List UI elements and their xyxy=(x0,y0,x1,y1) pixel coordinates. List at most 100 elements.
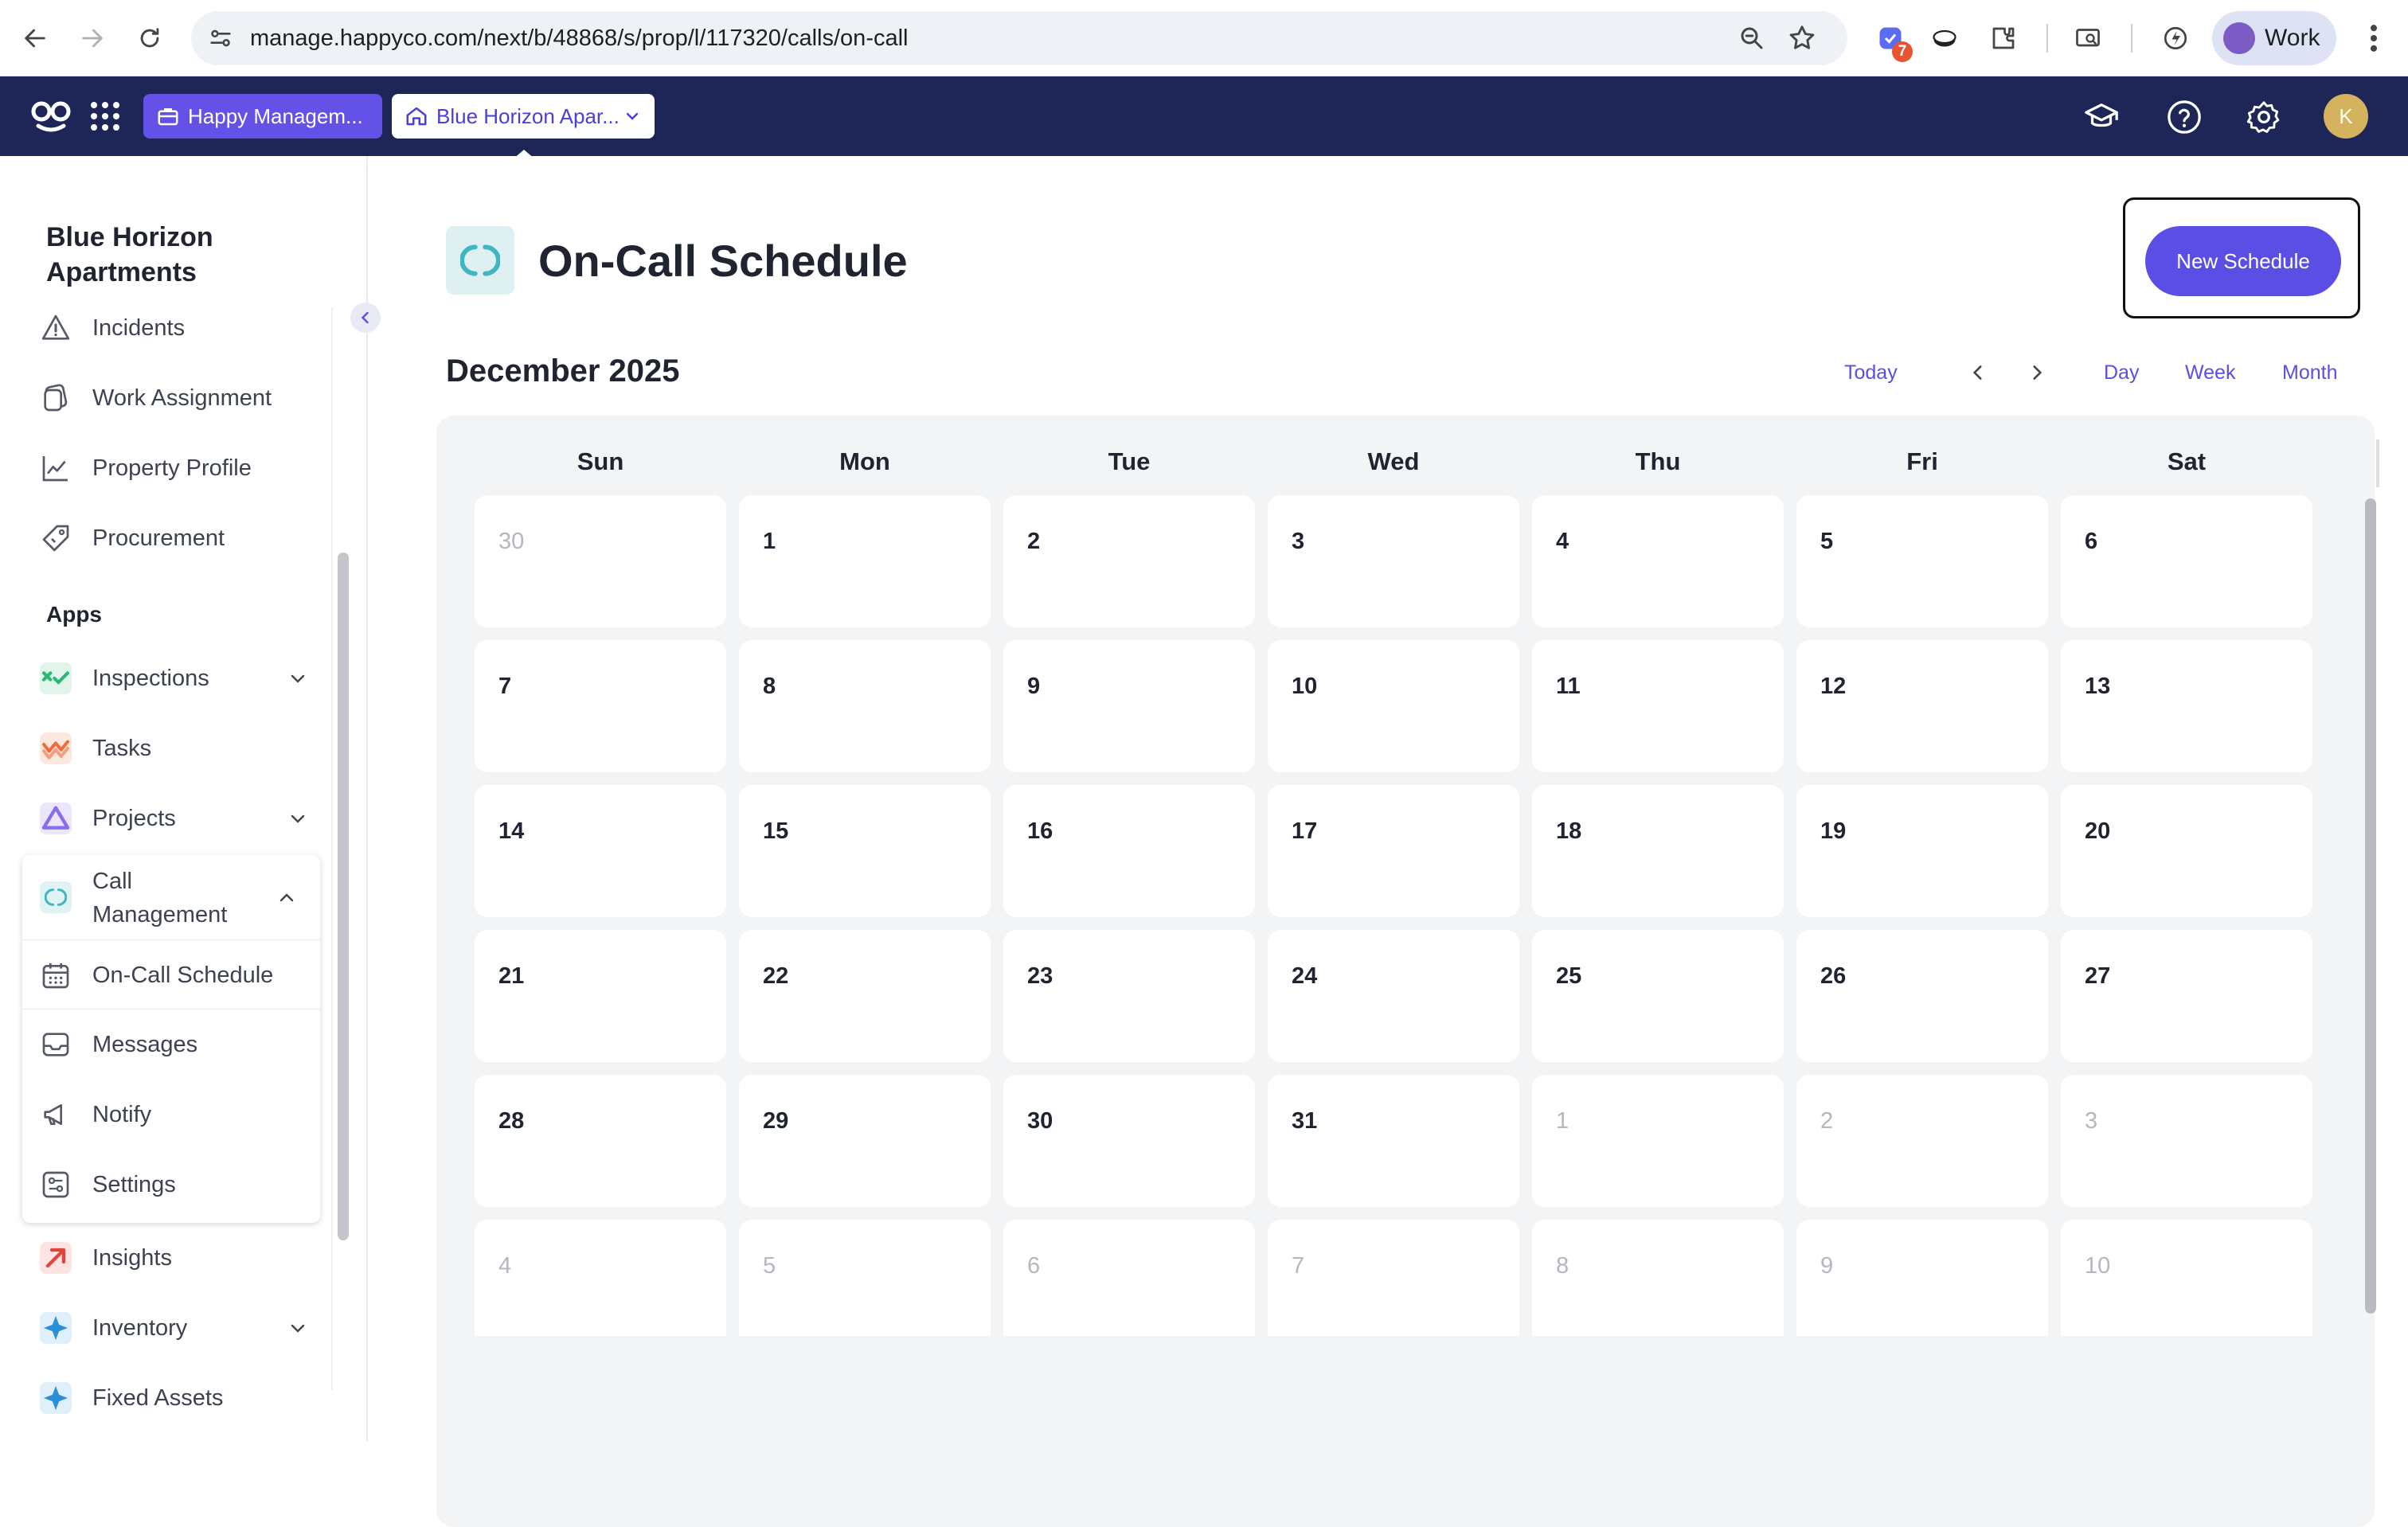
happyco-logo-icon[interactable] xyxy=(29,97,73,135)
collapse-sidebar-button[interactable] xyxy=(350,303,381,333)
calendar-day-cell[interactable]: 22 xyxy=(739,930,991,1062)
reload-icon[interactable] xyxy=(131,19,169,57)
calendar-day-cell[interactable]: 8 xyxy=(739,640,991,772)
calendar-day-cell[interactable]: 5 xyxy=(1796,495,2048,627)
calendar-day-cell[interactable]: 2 xyxy=(1003,495,1255,627)
calendar-day-cell[interactable]: 10 xyxy=(1268,640,1519,772)
next-month-button[interactable] xyxy=(2019,355,2054,390)
site-settings-icon[interactable] xyxy=(207,25,234,52)
calendar-day-cell[interactable]: 26 xyxy=(1796,930,2048,1062)
back-icon[interactable] xyxy=(16,19,54,57)
calendar-day-cell[interactable]: 4 xyxy=(1532,495,1784,627)
previous-month-button[interactable] xyxy=(1960,355,1996,390)
calendar-day-cell[interactable]: 3 xyxy=(2061,1075,2312,1207)
calendar-day-cell[interactable]: 6 xyxy=(1003,1220,1255,1336)
calendar-day-cell[interactable]: 16 xyxy=(1003,785,1255,917)
day-number: 25 xyxy=(1556,963,1582,989)
calendar-day-cell[interactable]: 21 xyxy=(475,930,726,1062)
chevron-down-icon[interactable] xyxy=(288,670,307,686)
sidebar-item-insights[interactable]: Insights xyxy=(24,1223,319,1293)
chevron-up-icon[interactable] xyxy=(277,890,296,906)
app-launcher-icon[interactable] xyxy=(89,100,121,132)
bookmark-star-icon[interactable] xyxy=(1787,23,1817,53)
sidebar-item-inspections[interactable]: Inspections xyxy=(24,643,319,713)
user-avatar[interactable]: K xyxy=(2324,94,2368,139)
calendar-day-cell[interactable]: 6 xyxy=(2061,495,2312,627)
calendar-day-cell[interactable]: 11 xyxy=(1532,640,1784,772)
calendar-day-cell[interactable]: 10 xyxy=(2061,1220,2312,1336)
calendar-day-cell[interactable]: 20 xyxy=(2061,785,2312,917)
calendar-day-cell[interactable]: 30 xyxy=(475,495,726,627)
calendar-day-cell[interactable]: 2 xyxy=(1796,1075,2048,1207)
cast-search-icon[interactable] xyxy=(2070,21,2105,56)
calendar-day-cell[interactable]: 1 xyxy=(1532,1075,1784,1207)
calendar-day-cell[interactable]: 5 xyxy=(739,1220,991,1336)
calendar-day-cell[interactable]: 13 xyxy=(2061,640,2312,772)
sidebar-item-projects[interactable]: Projects xyxy=(24,783,319,853)
chevron-down-icon[interactable] xyxy=(288,810,307,826)
calendar-day-cell[interactable]: 18 xyxy=(1532,785,1784,917)
today-button[interactable]: Today xyxy=(1844,357,1898,389)
sidebar-item-fixed-assets[interactable]: Fixed Assets xyxy=(24,1363,319,1433)
graduation-cap-icon[interactable] xyxy=(2083,99,2120,135)
sidebar-subitem-settings[interactable]: Settings xyxy=(22,1150,320,1220)
extensions-puzzle-icon[interactable] xyxy=(1986,21,2021,56)
sidebar-item-property-profile[interactable]: Property Profile xyxy=(24,433,319,503)
view-week-button[interactable]: Week xyxy=(2185,357,2235,389)
weekday-header: Sun xyxy=(577,447,624,475)
calendar-day-cell[interactable]: 4 xyxy=(475,1220,726,1336)
calendar-day-cell[interactable]: 23 xyxy=(1003,930,1255,1062)
sidebar-item-inventory[interactable]: Inventory xyxy=(24,1293,319,1363)
sidebar-item-tasks[interactable]: Tasks xyxy=(24,713,319,783)
calendar-day-cell[interactable]: 17 xyxy=(1268,785,1519,917)
sidebar-subitem-notify[interactable]: Notify xyxy=(22,1080,320,1150)
browser-menu-icon[interactable] xyxy=(2362,21,2386,56)
property-switcher[interactable]: Blue Horizon Apar... xyxy=(392,94,655,139)
extension-puzzle-badge-icon[interactable]: 7 xyxy=(1873,21,1913,62)
calendar-day-cell[interactable]: 29 xyxy=(739,1075,991,1207)
calendar-day-cell[interactable]: 12 xyxy=(1796,640,2048,772)
forward-icon[interactable] xyxy=(73,19,111,57)
calendar-day-cell[interactable]: 19 xyxy=(1796,785,2048,917)
view-month-button[interactable]: Month xyxy=(2282,357,2337,389)
new-schedule-button[interactable]: New Schedule xyxy=(2145,226,2341,296)
sidebar-item-call-management[interactable]: Call Management xyxy=(22,855,320,939)
calendar-day-cell[interactable]: 3 xyxy=(1268,495,1519,627)
sidebar-item-label: Messages xyxy=(92,1032,198,1057)
calendar-scrollbar[interactable] xyxy=(2365,498,2376,1314)
calendar-day-cell[interactable]: 25 xyxy=(1532,930,1784,1062)
month-label: December 2025 xyxy=(446,353,680,389)
company-switcher[interactable]: Happy Managem... xyxy=(143,94,382,139)
calendar-day-cell[interactable]: 7 xyxy=(1268,1220,1519,1336)
sidebar-subitem-on-call-schedule[interactable]: On-Call Schedule xyxy=(22,939,320,1010)
calendar-day-cell[interactable]: 30 xyxy=(1003,1075,1255,1207)
calendar-day-cell[interactable]: 28 xyxy=(475,1075,726,1207)
calendar-day-cell[interactable]: 27 xyxy=(2061,930,2312,1062)
sidebar-subitem-messages[interactable]: Messages xyxy=(22,1010,320,1080)
sidebar-scrollbar[interactable] xyxy=(338,553,349,1240)
sidebar-item-work-assignment[interactable]: Work Assignment xyxy=(24,363,319,433)
zoom-icon[interactable] xyxy=(1738,24,1766,53)
calendar-day-cell[interactable]: 9 xyxy=(1796,1220,2048,1336)
url-text[interactable]: manage.happyco.com/next/b/48868/s/prop/l… xyxy=(250,11,909,65)
performance-icon[interactable] xyxy=(2158,21,2193,56)
calendar-day-cell[interactable]: 7 xyxy=(475,640,726,772)
calendar-day-cell[interactable]: 14 xyxy=(475,785,726,917)
calendar-day-cell[interactable]: 31 xyxy=(1268,1075,1519,1207)
calendar-day-cell[interactable]: 9 xyxy=(1003,640,1255,772)
tasks-icon xyxy=(40,732,72,764)
sidebar-item-incidents[interactable]: Incidents xyxy=(24,293,319,363)
profile-button[interactable]: Work xyxy=(2212,11,2336,65)
calendar-day-cell[interactable]: 15 xyxy=(739,785,991,917)
gear-icon[interactable] xyxy=(2246,99,2282,135)
chevron-down-icon[interactable] xyxy=(288,1320,307,1336)
sidebar-item-procurement[interactable]: Procurement xyxy=(24,503,319,573)
day-number: 16 xyxy=(1027,818,1054,844)
calendar-day-cell[interactable]: 24 xyxy=(1268,930,1519,1062)
view-day-button[interactable]: Day xyxy=(2104,357,2139,389)
calendar-day-cell[interactable]: 8 xyxy=(1532,1220,1784,1336)
address-bar[interactable]: manage.happyco.com/next/b/48868/s/prop/l… xyxy=(191,11,1847,65)
calendar-day-cell[interactable]: 1 xyxy=(739,495,991,627)
extension-disc-icon[interactable] xyxy=(1927,21,1962,56)
help-icon[interactable] xyxy=(2166,99,2203,135)
